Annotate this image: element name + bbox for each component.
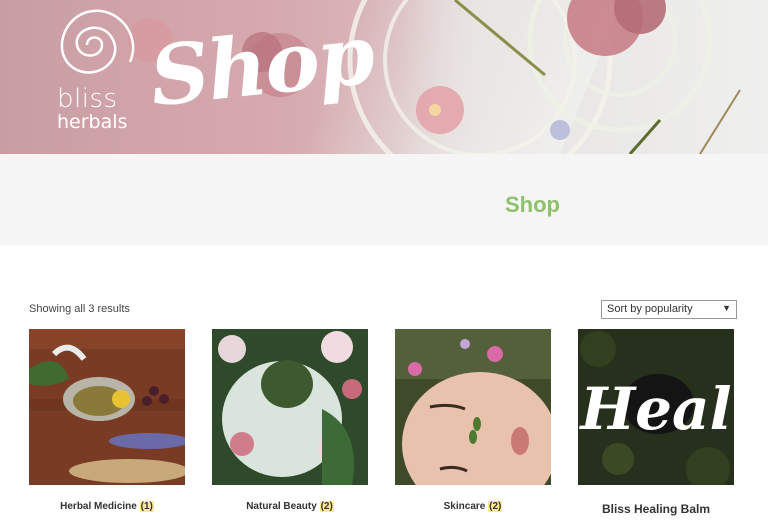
sort-dropdown[interactable]: Sort by popularity ▼ [601,300,737,319]
product-image-skincare[interactable] [395,329,551,485]
product-name: Bliss Healing Balm [601,502,711,516]
product-count: (1) [139,501,154,512]
healing-balm-image: Heal [578,329,734,485]
flower-center [429,104,441,116]
product-name: Skincare [443,501,486,512]
heal-overlay-text: Heal [578,375,731,443]
sort-dropdown-value: Sort by popularity [607,303,693,315]
result-count: Showing all 3 results [29,303,130,315]
product-count: (2) [319,501,334,512]
flower-shape [550,120,570,140]
product-count: (2) [488,501,503,512]
product-title[interactable]: Bliss Healing Balm [578,502,734,516]
logo-wordmark-herbals: herbals [57,111,128,133]
product-card[interactable]: Heal Bliss Healing Balm [578,329,734,516]
herbal-medicine-image [29,329,185,485]
skincare-image [395,329,551,485]
page-title-bar [0,154,768,245]
stem-line [699,89,741,154]
product-image-natural-beauty[interactable] [212,329,368,485]
chevron-down-icon: ▼ [722,303,731,313]
product-title[interactable]: Herbal Medicine (1) [29,501,185,512]
swirl-arc [383,0,577,154]
product-title[interactable]: Skincare (2) [395,501,551,512]
product-name: Natural Beauty [246,501,317,512]
natural-beauty-image [212,329,368,485]
product-card[interactable]: Skincare (2) [395,329,551,512]
product-title[interactable]: Natural Beauty (2) [212,501,368,512]
product-card[interactable]: Herbal Medicine (1) [29,329,185,512]
page-title: Shop [505,192,560,217]
product-image-bliss-healing-balm[interactable]: Heal [578,329,734,485]
product-image-herbal-medicine[interactable] [29,329,185,485]
product-card[interactable]: Natural Beauty (2) [212,329,368,512]
hero-banner: bliss herbals Shop [0,0,768,154]
logo-wordmark-bliss: bliss [57,84,118,114]
product-name: Herbal Medicine [60,501,137,512]
